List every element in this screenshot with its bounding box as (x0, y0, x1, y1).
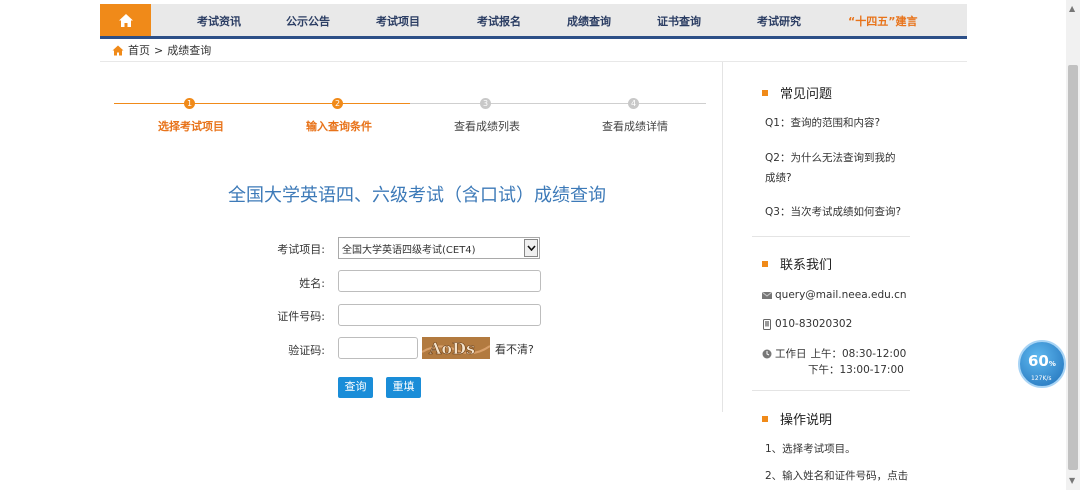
instruction-item-2: 2、输入姓名和证件号码，点击 (765, 470, 909, 482)
step-2-label: 输入查询条件 (306, 120, 372, 133)
network-speed-widget[interactable]: 60% 127K/s (1018, 340, 1066, 388)
page: 考试资讯 公示公告 考试项目 考试报名 成绩查询 证书查询 考试研究 “十四五”… (0, 0, 1080, 490)
faq-item-2[interactable]: Q2：为什么无法查询到我的成绩? (765, 148, 905, 188)
sidebar-divider (752, 390, 910, 391)
contact-phone: 010-83020302 (775, 318, 853, 330)
contact-hours-label: 工作日 (775, 348, 807, 360)
nav-item-score-query[interactable]: 成绩查询 (567, 13, 611, 29)
query-button[interactable]: 查询 (338, 377, 373, 398)
square-bullet-icon (762, 89, 768, 96)
instruction-item-1: 1、选择考试项目。 (765, 443, 856, 455)
square-bullet-icon (762, 260, 768, 267)
contact-email-row: query@mail.neea.edu.cn (762, 289, 907, 301)
page-title: 全国大学英语四、六级考试（含口试）成绩查询 (228, 185, 606, 206)
instructions-title: 操作说明 (780, 413, 833, 428)
instructions-heading: 操作说明 (762, 409, 832, 428)
step-3-label: 查看成绩列表 (454, 120, 520, 133)
content-divider (722, 62, 723, 412)
faq-item-3[interactable]: Q3：当次考试成绩如何查询? (765, 202, 905, 222)
faq-title: 常见问题 (780, 87, 833, 102)
step-progress-line-todo (410, 103, 706, 104)
id-number-input[interactable] (338, 304, 541, 326)
contact-hours-pm: 下午：13:00-17:00 (808, 364, 904, 376)
captcha-text: AoDs (428, 339, 475, 358)
scroll-up-icon[interactable]: ▲ (1069, 4, 1075, 13)
name-label: 姓名: (299, 277, 325, 290)
mail-icon (762, 291, 772, 299)
phone-icon (762, 318, 772, 330)
exam-project-select[interactable]: 全国大学英语四级考试(CET4) (338, 237, 540, 259)
step-progress-line-done (114, 103, 410, 104)
breadcrumb-separator: > (154, 43, 164, 57)
step-2-marker: 2 (332, 98, 343, 109)
step-3-marker: 3 (480, 98, 491, 109)
nav-item-exam-news[interactable]: 考试资讯 (197, 13, 241, 29)
exam-project-label: 考试项目: (277, 243, 325, 256)
contact-hours-am: 上午：08:30-12:00 (810, 348, 907, 360)
contact-phone-row: 010-83020302 (762, 318, 852, 330)
contact-title: 联系我们 (780, 258, 833, 273)
home-icon (112, 45, 124, 55)
nav-item-exam-research[interactable]: 考试研究 (757, 13, 801, 29)
id-number-label: 证件号码: (277, 310, 325, 323)
chevron-down-icon[interactable] (524, 239, 538, 257)
top-nav: 考试资讯 公示公告 考试项目 考试报名 成绩查询 证书查询 考试研究 “十四五”… (100, 4, 967, 36)
scroll-down-icon[interactable]: ▼ (1069, 476, 1075, 485)
home-icon (118, 13, 133, 27)
nav-item-announcements[interactable]: 公示公告 (286, 13, 330, 29)
captcha-image[interactable]: AoDs (422, 337, 490, 359)
captcha-label: 验证码: (288, 344, 325, 357)
contact-hours-row: 工作日 上午：08:30-12:00 (762, 346, 906, 361)
contact-heading: 联系我们 (762, 254, 832, 273)
clock-icon (762, 349, 772, 359)
nav-item-registration[interactable]: 考试报名 (477, 13, 521, 29)
step-4-label: 查看成绩详情 (602, 120, 668, 133)
page-scrollbar[interactable]: ▲ ▼ (1066, 0, 1080, 490)
step-4-marker: 4 (628, 98, 639, 109)
sidebar-divider (752, 236, 910, 237)
home-nav-button[interactable] (100, 4, 151, 36)
reset-button[interactable]: 重填 (386, 377, 421, 398)
nav-underline (100, 36, 967, 39)
step-1-marker: 1 (184, 98, 195, 109)
nav-item-certificate-query[interactable]: 证书查询 (657, 13, 701, 29)
captcha-input[interactable] (338, 337, 418, 359)
speed-rate: 127K/s (1031, 375, 1052, 382)
breadcrumb: 首页 > 成绩查询 (112, 43, 211, 57)
breadcrumb-divider (100, 61, 967, 62)
speed-percent: 60% (1028, 352, 1056, 370)
breadcrumb-home-link[interactable]: 首页 (128, 42, 150, 58)
faq-item-1[interactable]: Q1：查询的范围和内容? (765, 113, 905, 133)
name-input[interactable] (338, 270, 541, 292)
nav-item-suggestions[interactable]: “十四五”建言 (848, 13, 917, 29)
nav-item-exam-projects[interactable]: 考试项目 (376, 13, 420, 29)
captcha-refresh-link[interactable]: 看不清? (495, 341, 534, 357)
breadcrumb-current: 成绩查询 (167, 44, 212, 57)
faq-heading: 常见问题 (762, 83, 832, 102)
square-bullet-icon (762, 415, 768, 422)
contact-email[interactable]: query@mail.neea.edu.cn (775, 289, 907, 301)
scrollbar-thumb[interactable] (1068, 65, 1078, 470)
step-1-label: 选择考试项目 (158, 120, 224, 133)
exam-project-selected-value: 全国大学英语四级考试(CET4) (342, 245, 476, 256)
